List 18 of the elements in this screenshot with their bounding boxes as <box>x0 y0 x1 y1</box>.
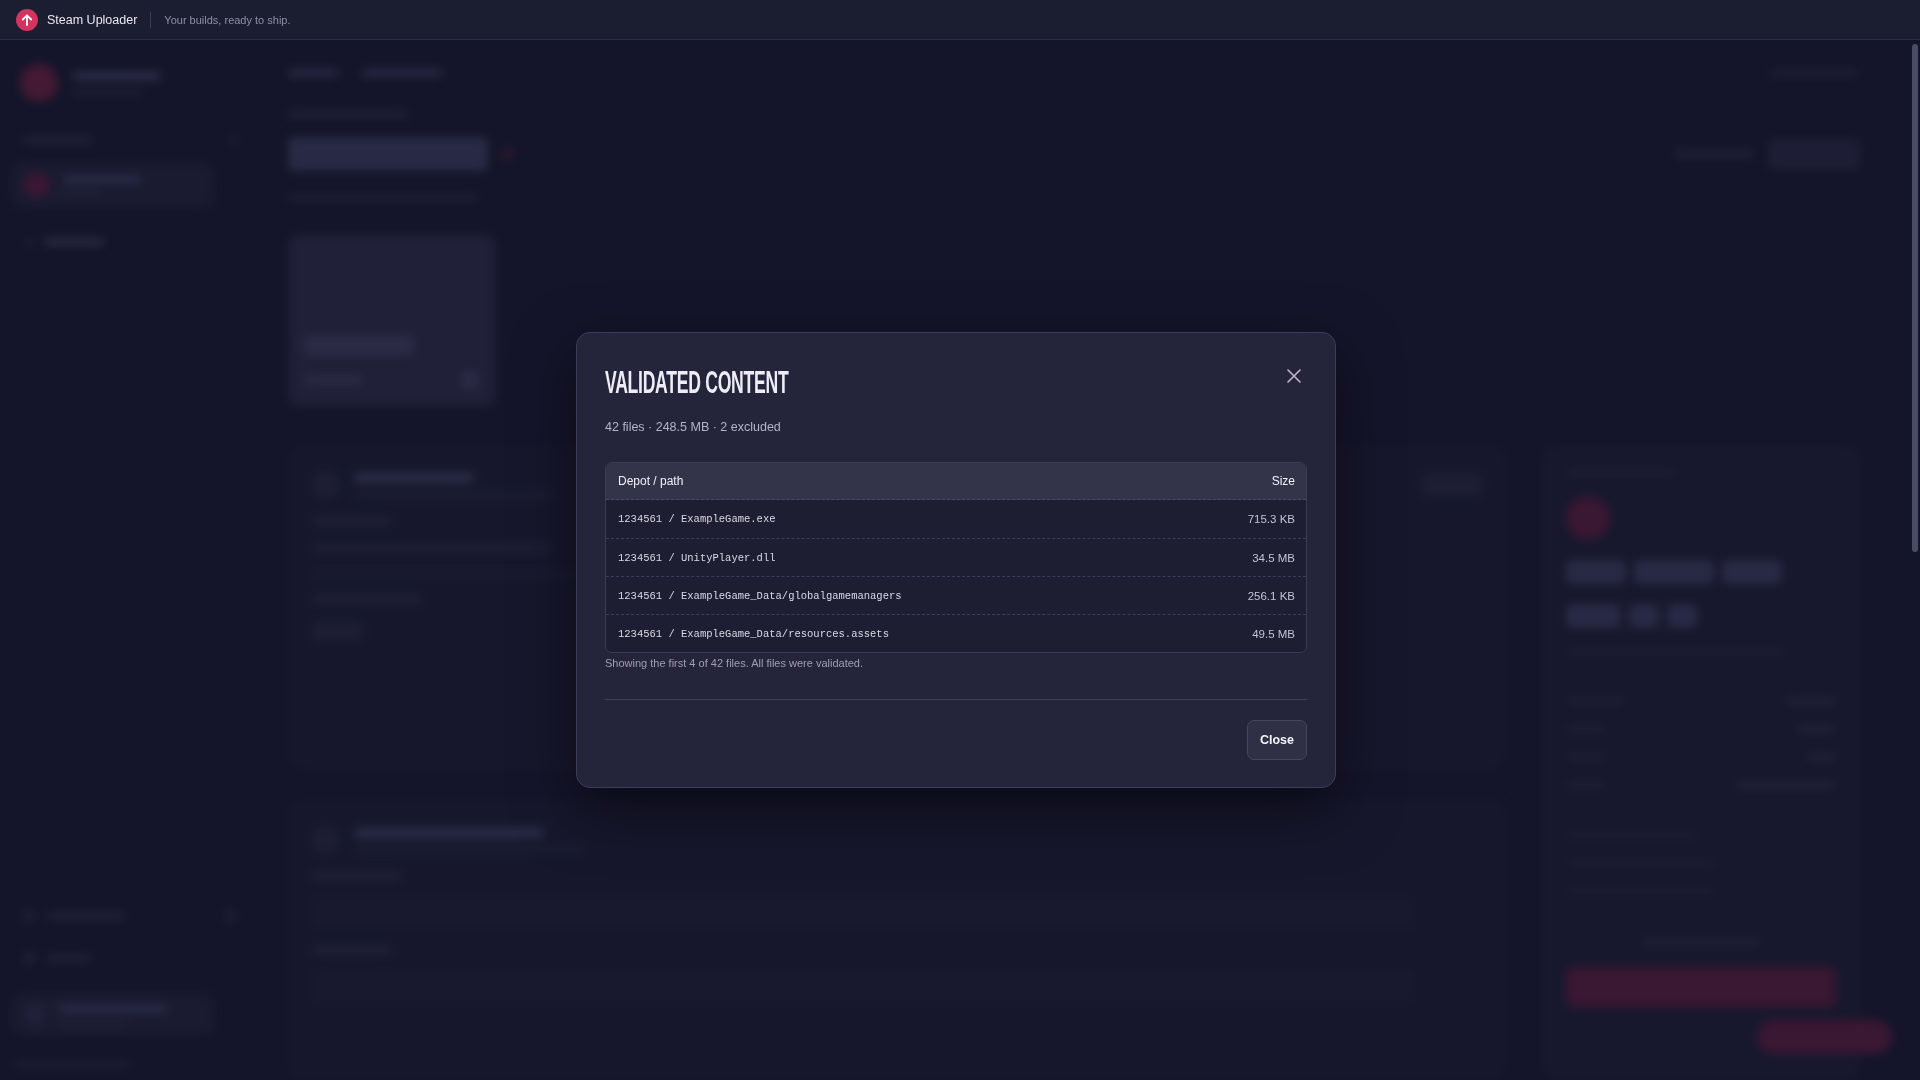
path-cell: 1234561 / UnityPlayer.dll <box>618 551 776 564</box>
size-cell: 256.1 KB <box>1247 589 1295 602</box>
column-header: Size <box>1271 474 1295 488</box>
path-cell: 1234561 / ExampleGame_Data/globalgamemanagers <box>618 589 902 602</box>
table-note: Showing the first 4 of 42 files. All files were validated. <box>605 656 865 671</box>
path-cell: 1234561 / ExampleGame_Data/resources.assets <box>618 627 889 640</box>
column-header: Depot / path <box>618 474 684 488</box>
app-title: Steam Uploader <box>47 12 138 27</box>
size-cell: 34.5 MB <box>1252 551 1295 564</box>
path-cell: 1234561 / ExampleGame.exe <box>618 513 776 525</box>
dialog-summary: 42 files · 248.5 MB · 2 excluded <box>605 419 782 435</box>
dialog-title: VALIDATED CONTENT <box>605 365 789 399</box>
size-cell: 715.3 KB <box>1247 513 1295 525</box>
close-dialog-button[interactable]: Close <box>1246 720 1307 760</box>
size-cell: 49.5 MB <box>1252 627 1295 640</box>
scrollbar-thumb[interactable] <box>1912 44 1918 552</box>
close-icon <box>1287 369 1301 383</box>
app-tagline: Your builds, ready to ship. <box>164 13 291 26</box>
